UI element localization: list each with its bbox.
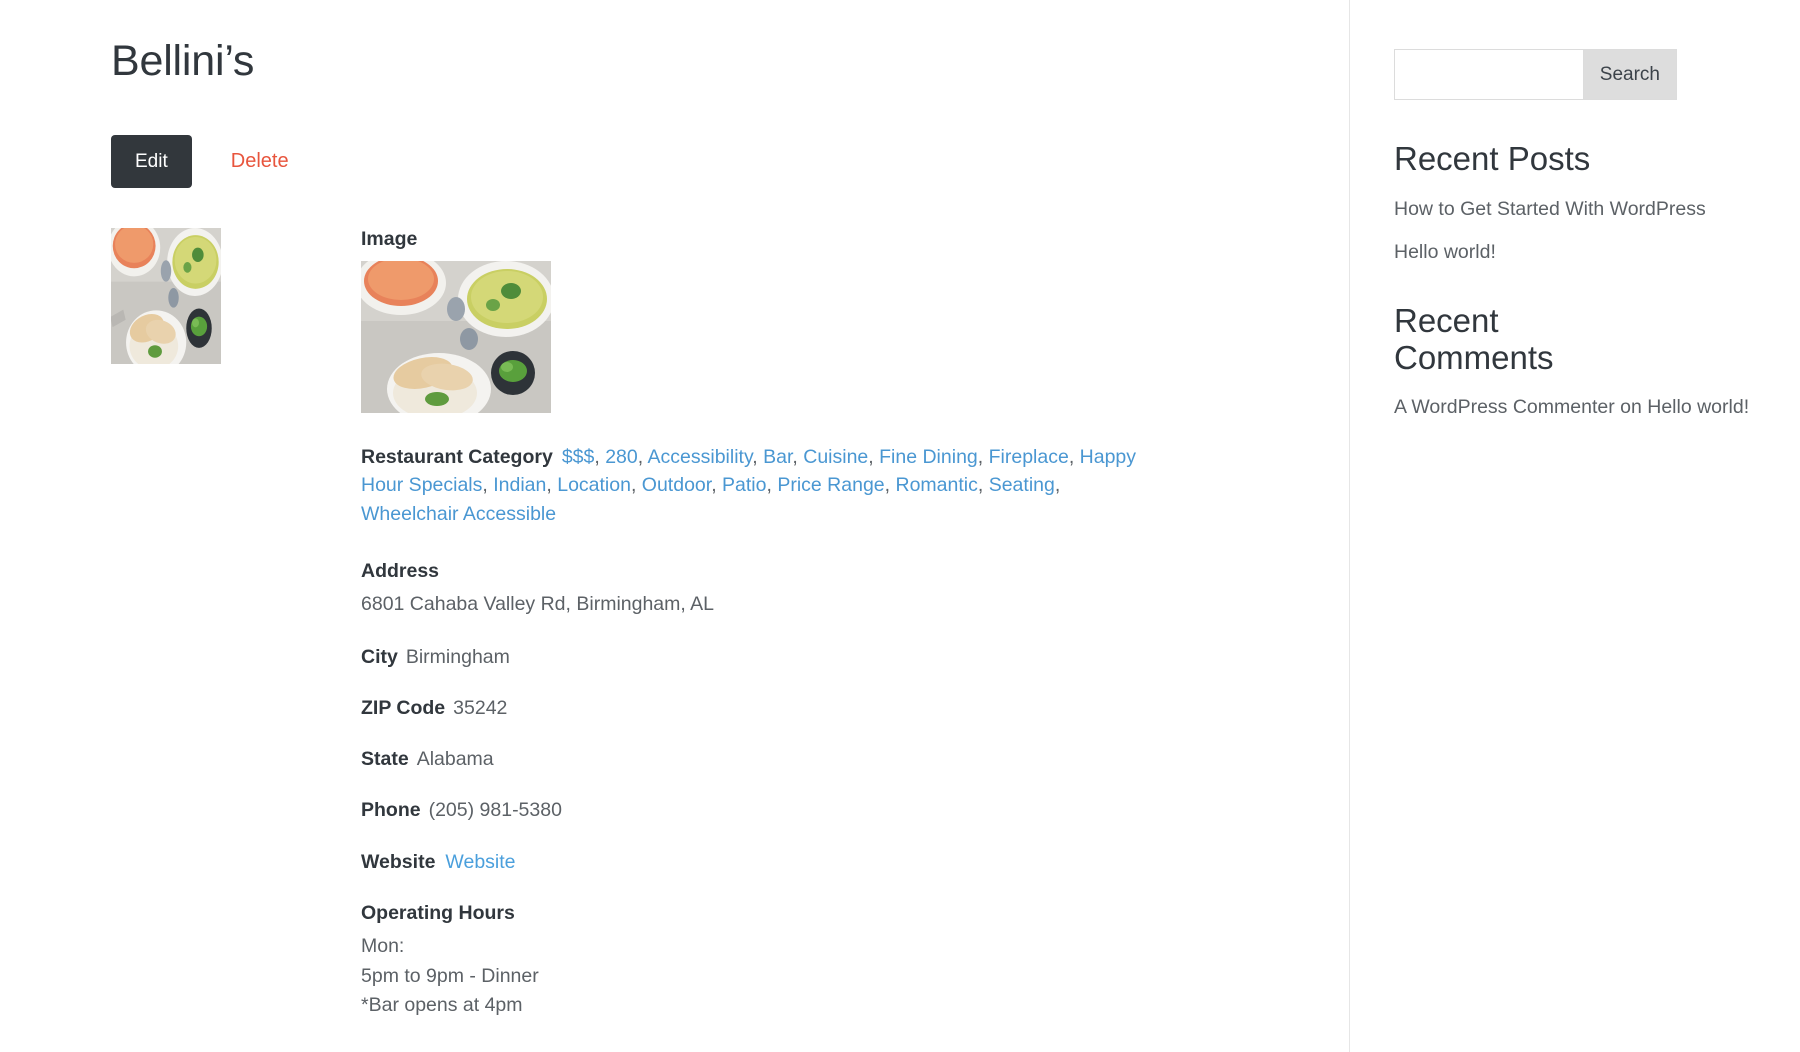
state-field: State Alabama <box>361 745 1289 773</box>
restaurant-image <box>361 260 551 413</box>
image-field-label: Image <box>361 227 418 250</box>
image-field: Image <box>361 228 1289 413</box>
search-input[interactable] <box>1394 49 1583 100</box>
operating-hours-line: Mon: <box>361 935 405 958</box>
restaurant-category-link[interactable]: Location <box>557 474 631 496</box>
list-item: Hello world! <box>1394 239 1750 266</box>
phone-label: Phone <box>361 799 421 822</box>
food-photo-icon <box>361 260 551 413</box>
city-field: City Birmingham <box>361 643 1289 671</box>
state-value: Alabama <box>416 748 494 771</box>
detail-fields: Image Restaurant Category $$$, 280, Acce… <box>361 228 1289 1020</box>
address-label: Address <box>361 560 440 583</box>
recent-post-link[interactable]: How to Get Started With WordPress <box>1394 198 1706 220</box>
recent-comments-widget: Recent Comments A WordPress Commenter on… <box>1394 301 1750 422</box>
category-separator: , <box>868 445 880 468</box>
recent-posts-widget: Recent Posts How to Get Started With Wor… <box>1394 140 1750 267</box>
city-label: City <box>361 645 398 668</box>
restaurant-category-link[interactable]: Patio <box>722 474 766 496</box>
recent-posts-title: Recent Posts <box>1394 140 1591 177</box>
featured-image-thumbnail <box>111 227 221 364</box>
category-separator: , <box>752 445 764 468</box>
website-label: Website <box>361 850 436 873</box>
list-item: How to Get Started With WordPress <box>1394 196 1750 223</box>
operating-hours-field: Operating Hours Mon: 5pm to 9pm - Dinner *… <box>361 899 1289 1020</box>
page-container: Bellini’s Edit Delete Image Restaurant C… <box>0 0 1800 1052</box>
operating-hours-line: 5pm to 9pm - Dinner <box>361 964 539 987</box>
restaurant-category-link[interactable]: Cuisine <box>803 446 868 468</box>
category-separator: , <box>977 445 989 468</box>
restaurant-category-link[interactable]: Seating <box>989 474 1055 496</box>
restaurant-category-link[interactable]: $$$ <box>562 446 595 468</box>
zip-label: ZIP Code <box>361 696 446 719</box>
recent-post-link[interactable]: Hello world! <box>1394 241 1496 263</box>
restaurant-category-link[interactable]: Outdoor <box>642 474 711 496</box>
restaurant-category-link[interactable]: Indian <box>493 474 546 496</box>
category-separator: , <box>637 445 648 468</box>
main-content-column: Bellini’s Edit Delete Image Restaurant C… <box>0 0 1349 1052</box>
restaurant-category-field: Restaurant Category $$$, 280, Accessibili… <box>361 443 1151 530</box>
restaurant-category-link[interactable]: Fireplace <box>989 446 1069 468</box>
category-separator: , <box>546 474 558 497</box>
restaurant-category-label: Restaurant Category <box>361 445 553 468</box>
phone-value: (205) 981-5380 <box>428 799 562 822</box>
category-separator: , <box>630 474 642 497</box>
edit-button[interactable]: Edit <box>111 134 192 188</box>
comment-post-link[interactable]: Hello world! <box>1647 396 1749 418</box>
restaurant-category-link[interactable]: Romantic <box>895 474 977 496</box>
recent-comments-title: Recent Comments <box>1394 301 1554 376</box>
category-separator: , <box>766 474 778 497</box>
zip-value: 35242 <box>453 696 508 719</box>
restaurant-category-link[interactable]: 280 <box>605 446 638 468</box>
operating-hours-line: *Bar opens at 4pm <box>361 993 523 1016</box>
zip-field: ZIP Code 35242 <box>361 694 1289 722</box>
recent-comments-list: A WordPress Commenter on Hello world! <box>1394 394 1750 421</box>
restaurant-category-link[interactable]: Fine Dining <box>879 446 978 468</box>
state-label: State <box>361 748 409 771</box>
category-separator: , <box>594 445 606 468</box>
recent-posts-list: How to Get Started With WordPress Hello w… <box>1394 196 1750 267</box>
action-row: Edit Delete <box>111 134 1289 188</box>
restaurant-category-link[interactable]: Wheelchair Accessible <box>361 503 556 525</box>
operating-hours-label: Operating Hours <box>361 902 515 924</box>
search-form: Search <box>1394 49 1677 100</box>
phone-field: Phone (205) 981-5380 <box>361 796 1289 824</box>
list-item: A WordPress Commenter on Hello world! <box>1394 396 1750 419</box>
content-body: Image Restaurant Category $$$, 280, Acce… <box>111 227 1289 1020</box>
category-separator: , <box>977 474 989 497</box>
category-separator: , <box>792 445 804 468</box>
sidebar: Search Recent Posts How to Get Started W… <box>1349 0 1800 1052</box>
restaurant-category-link[interactable]: Bar <box>763 446 792 468</box>
website-link[interactable]: Website <box>445 851 515 873</box>
address-value: 6801 Cahaba Valley Rd, Birmingham, AL <box>361 593 715 616</box>
restaurant-category-link[interactable]: Accessibility <box>648 446 753 468</box>
page-title: Bellini’s <box>111 37 255 85</box>
city-value: Birmingham <box>405 645 510 668</box>
delete-button[interactable]: Delete <box>231 151 289 171</box>
address-field: Address 6801 Cahaba Valley Rd, Birmingha… <box>361 557 1289 620</box>
category-separator: , <box>1054 474 1061 497</box>
website-field: Website Website <box>361 848 1289 876</box>
category-separator: , <box>711 474 723 497</box>
category-separator: , <box>884 474 896 497</box>
category-separator: , <box>1068 445 1080 468</box>
operating-hours-lines: Mon: 5pm to 9pm - Dinner *Bar opens at 4pm <box>361 932 1289 1020</box>
search-submit-button[interactable]: Search <box>1582 49 1677 100</box>
comment-author: A WordPress Commenter <box>1394 396 1615 419</box>
food-photo-icon <box>111 227 221 364</box>
category-separator: , <box>482 474 494 497</box>
restaurant-category-link[interactable]: Price Range <box>777 474 884 496</box>
